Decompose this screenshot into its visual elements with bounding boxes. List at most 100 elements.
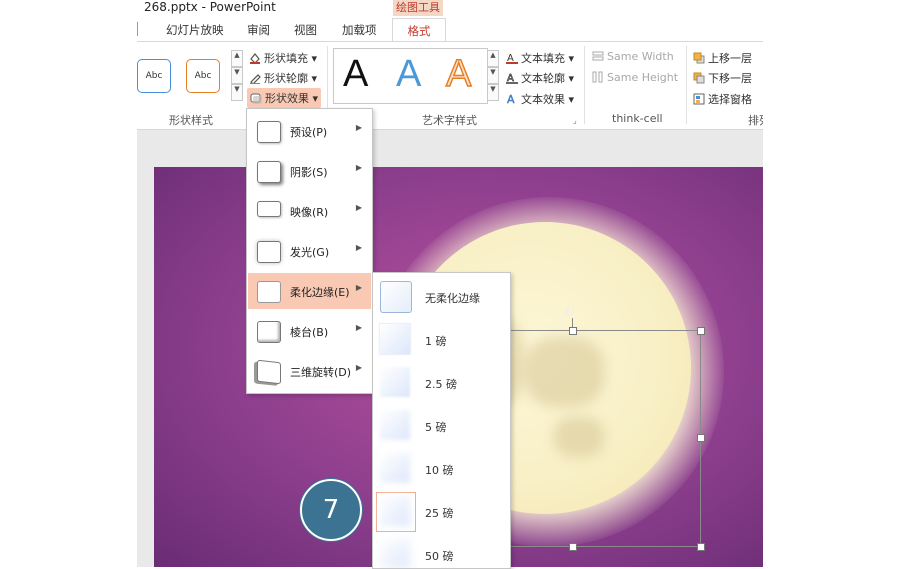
- shape-effects-label: 形状效果: [265, 92, 309, 105]
- same-width-button[interactable]: Same Width: [592, 50, 674, 63]
- chevron-right-icon: ▶: [355, 363, 362, 372]
- menu-item-shadow[interactable]: 阴影(S) ▶: [248, 153, 371, 189]
- soft-edge-swatch-2-5pt: [380, 367, 410, 397]
- wordart-gallery-up-button[interactable]: ▲: [487, 50, 499, 67]
- shape-outline-button[interactable]: 形状轮廓 ▾: [249, 70, 317, 86]
- selection-border: [509, 546, 701, 547]
- soft-edge-option-label: 2.5 磅: [425, 378, 457, 391]
- soft-edge-option-none[interactable]: 无柔化边缘: [374, 275, 509, 318]
- menu-item-label: 三维旋转(D): [290, 366, 352, 379]
- group-separator: [584, 46, 585, 124]
- text-outline-icon: A: [506, 72, 518, 84]
- menu-item-label: 棱台(B): [290, 326, 329, 339]
- soft-edge-swatch-25pt: [380, 496, 410, 526]
- menu-item-label: 柔化边缘(E): [290, 286, 350, 299]
- soft-edge-swatch-50pt: [380, 539, 410, 568]
- preset-icon: [257, 121, 281, 143]
- menu-item-bevel[interactable]: 棱台(B) ▶: [248, 313, 371, 349]
- text-effects-button[interactable]: A 文本效果 ▾: [506, 91, 574, 107]
- shape-gallery-down-button[interactable]: ▼: [231, 67, 243, 84]
- soft-edge-option-25pt[interactable]: 25 磅: [374, 490, 509, 533]
- send-backward-icon: [693, 72, 705, 84]
- menu-item-preset[interactable]: 预设(P) ▶: [248, 113, 371, 149]
- menu-item-glow[interactable]: 发光(G) ▶: [248, 233, 371, 269]
- paint-bucket-icon: [249, 52, 261, 64]
- rotate-handle-icon[interactable]: ↻: [564, 306, 575, 321]
- wordart-style-black[interactable]: A: [343, 53, 368, 96]
- selection-pane-button[interactable]: 选择窗格: [693, 91, 752, 107]
- wordart-style-orange[interactable]: A: [445, 52, 472, 96]
- selection-border: [509, 330, 701, 331]
- same-height-label: Same Height: [607, 71, 679, 84]
- send-backward-button[interactable]: 下移一层: [693, 70, 752, 86]
- soft-edge-swatch-none: [380, 281, 412, 313]
- tab-addins[interactable]: 加载项: [342, 22, 377, 38]
- same-width-label: Same Width: [607, 50, 674, 63]
- soft-edge-option-10pt[interactable]: 10 磅: [374, 447, 509, 490]
- tab-slideshow[interactable]: 幻灯片放映: [166, 22, 224, 38]
- wordart-style-blue[interactable]: A: [396, 53, 421, 96]
- moon-crater: [524, 337, 604, 407]
- window-title: 268.pptx - PowerPoint: [144, 0, 276, 14]
- same-height-icon: [592, 71, 604, 83]
- soft-edge-option-5pt[interactable]: 5 磅: [374, 404, 509, 447]
- soft-edges-icon: [257, 281, 281, 303]
- soft-edges-submenu: 无柔化边缘 1 磅 2.5 磅 5 磅 10 磅 25 磅 50 磅: [372, 272, 511, 569]
- shape-effects-icon: [250, 92, 262, 104]
- menu-item-reflection[interactable]: 映像(R) ▶: [248, 193, 371, 229]
- shape-gallery-up-button[interactable]: ▲: [231, 50, 243, 67]
- soft-edge-swatch-5pt: [380, 410, 410, 440]
- text-outline-label: 文本轮廓: [521, 72, 565, 85]
- soft-edge-option-label: 25 磅: [425, 507, 454, 520]
- wordart-gallery-down-button[interactable]: ▼: [487, 67, 499, 84]
- resize-handle[interactable]: [569, 327, 577, 335]
- text-fill-button[interactable]: A 文本填充 ▾: [506, 50, 574, 66]
- menu-item-label: 预设(P): [290, 126, 328, 139]
- chevron-right-icon: ▶: [355, 283, 362, 292]
- menu-item-soft-edges[interactable]: 柔化边缘(E) ▶: [248, 273, 371, 309]
- dialog-launcher-icon[interactable]: ⌟: [573, 116, 577, 125]
- shape-effects-button[interactable]: 形状效果 ▾: [247, 88, 322, 108]
- shape-effects-menu: 预设(P) ▶ 阴影(S) ▶ 映像(R) ▶ 发光(G) ▶ 柔化边缘(E) …: [246, 108, 373, 394]
- group-separator: [686, 46, 687, 124]
- resize-handle[interactable]: [569, 543, 577, 551]
- group-label-wordart: 艺术字样式: [422, 114, 477, 127]
- moon-crater: [554, 417, 604, 457]
- chevron-right-icon: ▶: [355, 243, 362, 252]
- bevel-icon: [257, 321, 281, 343]
- shape-style-orange[interactable]: Abc: [186, 59, 220, 93]
- soft-edge-option-50pt[interactable]: 50 磅: [374, 533, 509, 568]
- selection-pane-icon: [693, 93, 705, 105]
- chevron-right-icon: ▶: [355, 163, 362, 172]
- shadow-icon: [257, 161, 281, 183]
- menu-item-3d-rotation[interactable]: 三维旋转(D) ▶: [248, 353, 371, 389]
- soft-edge-option-2-5pt[interactable]: 2.5 磅: [374, 361, 509, 404]
- same-width-icon: [592, 50, 604, 62]
- shape-fill-button[interactable]: 形状填充 ▾: [249, 50, 317, 66]
- resize-handle[interactable]: [697, 543, 705, 551]
- resize-handle[interactable]: [697, 327, 705, 335]
- send-backward-label: 下移一层: [708, 72, 752, 85]
- soft-edge-option-label: 无柔化边缘: [425, 292, 480, 305]
- bring-forward-button[interactable]: 上移一层: [693, 50, 752, 66]
- tab-format[interactable]: 格式: [392, 18, 446, 42]
- bring-forward-icon: [693, 52, 705, 64]
- reflection-icon: [257, 201, 281, 217]
- tab-view[interactable]: 视图: [294, 22, 317, 38]
- same-height-button[interactable]: Same Height: [592, 71, 678, 84]
- wordart-gallery-more-button[interactable]: ▼: [487, 84, 499, 101]
- resize-handle[interactable]: [697, 434, 705, 442]
- tab-review[interactable]: 审阅: [247, 22, 270, 38]
- tab-edge: [137, 22, 141, 36]
- glow-icon: [257, 241, 281, 263]
- text-outline-button[interactable]: A 文本轮廓 ▾: [506, 70, 574, 86]
- group-label-arrange: 排列: [748, 114, 763, 127]
- soft-edge-option-1pt[interactable]: 1 磅: [374, 318, 509, 361]
- shape-gallery-more-button[interactable]: ▼: [231, 84, 243, 101]
- chevron-right-icon: ▶: [355, 203, 362, 212]
- group-label-think-cell: think-cell: [612, 112, 663, 125]
- shape-style-blue[interactable]: Abc: [137, 59, 171, 93]
- text-fill-icon: A: [506, 52, 518, 64]
- svg-text:A: A: [507, 93, 515, 105]
- text-effects-label: 文本效果: [521, 93, 565, 106]
